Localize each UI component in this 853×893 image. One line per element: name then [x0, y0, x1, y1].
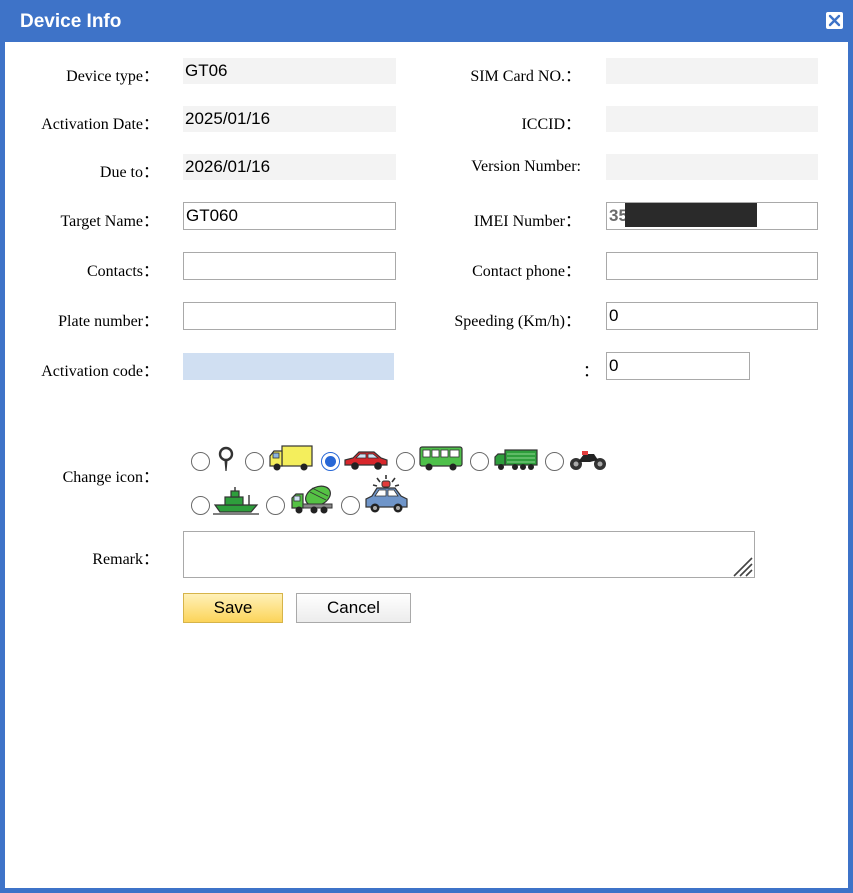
remark-label: Remark： — [92, 551, 159, 568]
icon-radio-police-car[interactable] — [341, 496, 360, 515]
device-type-value: GT06 — [183, 58, 396, 84]
bus-icon — [419, 446, 463, 471]
icon-radio-mixer-truck[interactable] — [266, 496, 285, 515]
due-to-label: Due to： — [99, 164, 159, 181]
icon-radio-truck[interactable] — [245, 452, 264, 471]
imei-number-input[interactable]: 35 — [606, 202, 818, 230]
target-name-input[interactable]: GT060 — [183, 202, 396, 230]
imei-number-label: IMEI Number： — [473, 213, 581, 230]
activation-date-value: 2025/01/16 — [183, 106, 396, 132]
plate-number-label: Plate number： — [58, 313, 159, 330]
resize-grip-icon[interactable] — [731, 555, 753, 577]
redaction-mask — [625, 203, 757, 227]
contact-phone-label: Contact phone： — [472, 263, 581, 280]
icon-radio-train-truck[interactable] — [470, 452, 489, 471]
speeding-label: Speeding (Km/h)： — [454, 313, 581, 330]
iccid-value — [606, 106, 818, 132]
change-icon-label: Change icon： — [62, 469, 159, 486]
version-number-value — [606, 154, 818, 180]
due-to-value: 2026/01/16 — [183, 154, 396, 180]
target-name-label: Target Name： — [60, 213, 159, 230]
close-button[interactable] — [826, 12, 843, 29]
activation-code-label: Activation code： — [41, 363, 159, 380]
activation-code-value — [183, 353, 394, 380]
version-number-label: Version Number: — [471, 158, 581, 175]
map-pin-icon — [218, 446, 234, 472]
iccid-label: ICCID： — [521, 116, 581, 133]
close-x-icon — [828, 14, 841, 27]
activation-date-label: Activation Date： — [41, 116, 159, 133]
unnamed-field-label: ： — [583, 363, 600, 380]
dialog-titlebar: Device Info — [0, 0, 853, 42]
unnamed-field-input[interactable]: 0 — [606, 352, 750, 380]
contacts-label: Contacts： — [87, 263, 159, 280]
police-car-icon — [365, 475, 408, 513]
save-button[interactable]: Save — [183, 593, 283, 623]
contacts-input[interactable] — [183, 252, 396, 280]
sim-card-label: SIM Card NO.： — [470, 68, 581, 85]
icon-radio-car[interactable] — [321, 452, 340, 471]
icon-radio-bus[interactable] — [396, 452, 415, 471]
truck-icon — [269, 445, 313, 471]
sim-card-value — [606, 58, 818, 84]
car-icon — [344, 451, 388, 470]
remark-textarea[interactable] — [183, 531, 755, 578]
device-type-label: Device type： — [66, 68, 159, 85]
boat-icon — [213, 487, 259, 515]
icon-radio-boat[interactable] — [191, 496, 210, 515]
contact-phone-input[interactable] — [606, 252, 818, 280]
speeding-input[interactable]: 0 — [606, 302, 818, 330]
icon-radio-pin[interactable] — [191, 452, 210, 471]
icon-radio-motorcycle[interactable] — [545, 452, 564, 471]
cancel-button[interactable]: Cancel — [296, 593, 411, 623]
motorcycle-icon — [570, 451, 606, 470]
train-truck-icon — [494, 449, 538, 470]
dialog-title: Device Info — [20, 11, 122, 32]
mixer-truck-icon — [291, 485, 333, 514]
plate-number-input[interactable] — [183, 302, 396, 330]
